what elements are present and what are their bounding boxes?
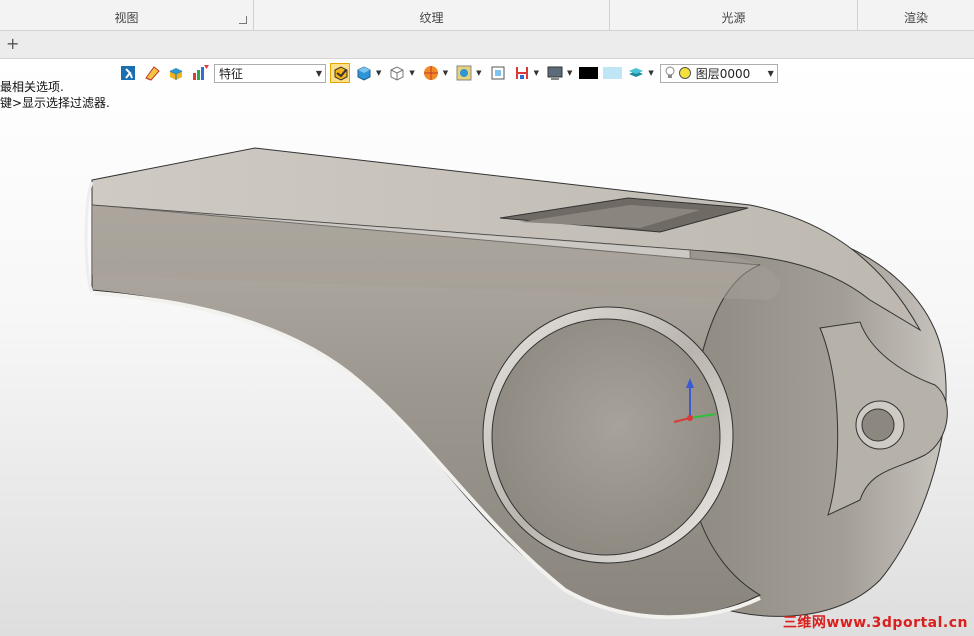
ribbon-group-light: 光源 xyxy=(610,0,858,30)
selection-filter-value: 特征 xyxy=(219,66,244,81)
ribbon-group-render: 渲染 xyxy=(858,0,974,30)
dialog-launcher-icon[interactable] xyxy=(239,16,247,24)
ribbon-group-texture: 纹理 xyxy=(254,0,610,30)
box-shaded-icon[interactable] xyxy=(166,63,186,83)
ribbon-group-light-label: 光源 xyxy=(721,11,746,25)
chevron-down-icon[interactable]: ▼ xyxy=(312,68,325,78)
ribbon-group-view: 视图 xyxy=(0,0,254,30)
layer-stack-icon[interactable] xyxy=(626,63,646,83)
layer-color-dot-icon xyxy=(676,66,692,80)
tab-strip: + xyxy=(0,31,974,59)
prompt-line-2: 键>显示选择过滤器. xyxy=(0,96,110,110)
wireframe-icon[interactable] xyxy=(387,63,407,83)
chevron-down-icon[interactable]: ▼ xyxy=(567,69,572,77)
color-swatch-black[interactable] xyxy=(578,63,599,83)
chevron-down-icon[interactable]: ▼ xyxy=(648,69,653,77)
ribbon-group-bar: 视图 纹理 光源 渲染 xyxy=(0,0,974,31)
layer-value: 图层0000 xyxy=(695,66,751,81)
chevron-down-icon[interactable]: ▼ xyxy=(409,69,414,77)
snap-select-icon[interactable] xyxy=(330,63,350,83)
ribbon-group-render-label: 渲染 xyxy=(903,11,928,25)
command-prompt: 最相关选项. 键>显示选择过滤器. xyxy=(0,79,110,111)
chevron-down-icon[interactable]: ▼ xyxy=(476,69,481,77)
prompt-line-1: 最相关选项. xyxy=(0,80,64,94)
ribbon-group-texture-label: 纹理 xyxy=(419,11,444,25)
filter-icon[interactable] xyxy=(190,63,210,83)
heads-up-toolbar: 特征 ▼ ▼ ▼ ▼ ▼ ▼ ▼ ▼ 图层0000 ▼ xyxy=(118,61,778,85)
shaded-display-icon[interactable] xyxy=(354,63,374,83)
ribbon-group-view-label: 视图 xyxy=(114,11,139,25)
chevron-down-icon[interactable]: ▼ xyxy=(534,69,539,77)
layer-combo[interactable]: 图层0000 ▼ xyxy=(659,63,778,83)
chevron-down-icon[interactable]: ▼ xyxy=(763,68,777,78)
display-background-icon[interactable] xyxy=(545,63,565,83)
zoom-fit-icon[interactable] xyxy=(488,63,508,83)
eraser-icon[interactable] xyxy=(142,63,162,83)
chevron-down-icon[interactable]: ▼ xyxy=(443,69,448,77)
add-tab-button[interactable]: + xyxy=(6,35,19,53)
color-swatch-light-blue[interactable] xyxy=(602,63,623,83)
watermark: 三维网www.3dportal.cn xyxy=(782,615,968,631)
selection-filter-combo[interactable]: 特征 ▼ xyxy=(214,63,326,83)
walk-through-icon[interactable] xyxy=(118,63,138,83)
whistle-model[interactable] xyxy=(0,59,974,636)
chevron-down-icon[interactable]: ▼ xyxy=(376,69,381,77)
appearance-icon[interactable] xyxy=(454,63,474,83)
lightbulb-icon xyxy=(661,66,676,80)
section-view-icon[interactable] xyxy=(512,63,532,83)
render-sphere-icon[interactable] xyxy=(421,63,441,83)
graphics-viewport[interactable]: 特征 ▼ ▼ ▼ ▼ ▼ ▼ ▼ ▼ 图层0000 ▼ 最相关选项. 键>显示选… xyxy=(0,59,974,636)
